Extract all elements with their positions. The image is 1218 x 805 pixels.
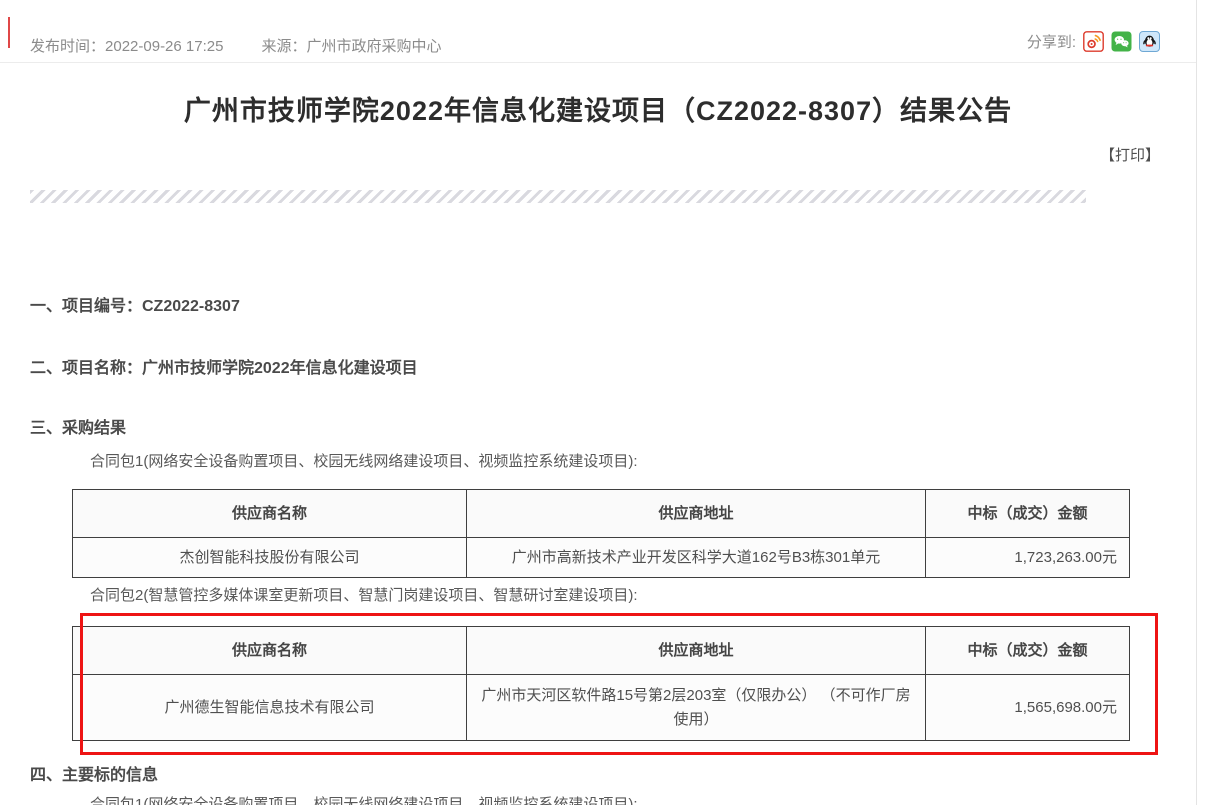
- supplier-address-cell: 广州市天河区软件路15号第2层203室（仅限办公） （不可作厂房使用）: [467, 675, 926, 741]
- contract-package-2-label: 合同包2(智慧管控多媒体课室更新项目、智慧门岗建设项目、智慧研讨室建设项目):: [90, 584, 638, 605]
- print-row: 【打印】: [0, 144, 1160, 165]
- share-bar: 分享到:: [1027, 31, 1160, 52]
- table-header-row: 供应商名称 供应商地址 中标（成交）金额: [73, 627, 1130, 675]
- award-amount-header: 中标（成交）金额: [926, 627, 1130, 675]
- meta-divider-line: [0, 62, 1196, 63]
- contract-package-1-label: 合同包1(网络安全设备购置项目、校园无线网络建设项目、视频监控系统建设项目):: [90, 450, 638, 471]
- announcement-page: 发布时间：2022-09-26 17:25 来源：广州市政府采购中心 分享到:: [0, 0, 1218, 805]
- clipped-next-line: 合同包1(网络安全设备购置项目、校园无线网络建设项目、视频监控系统建设项目):: [90, 793, 638, 805]
- supplier-name-cell: 杰创智能科技股份有限公司: [73, 538, 467, 578]
- page-title: 广州市技师学院2022年信息化建设项目（CZ2022-8307）结果公告: [0, 89, 1196, 128]
- table-header-row: 供应商名称 供应商地址 中标（成交）金额: [73, 490, 1130, 538]
- meta-bar: 发布时间：2022-09-26 17:25 来源：广州市政府采购中心: [30, 35, 441, 56]
- award-amount-cell: 1,565,698.00元: [926, 675, 1130, 741]
- left-red-marker: [8, 17, 10, 48]
- qq-icon[interactable]: [1139, 31, 1160, 52]
- share-label: 分享到:: [1027, 31, 1076, 52]
- section-project-name: 二、项目名称：广州市技师学院2022年信息化建设项目: [30, 354, 418, 378]
- striped-divider: [30, 190, 1086, 203]
- supplier-address-cell: 广州市高新技术产业开发区科学大道162号B3栋301单元: [467, 538, 926, 578]
- source-label: 来源：: [261, 38, 306, 55]
- supplier-address-header: 供应商地址: [467, 490, 926, 538]
- publish-time-value: 2022-09-26 17:25: [105, 38, 223, 55]
- table-row: 杰创智能科技股份有限公司 广州市高新技术产业开发区科学大道162号B3栋301单…: [73, 538, 1130, 578]
- print-button[interactable]: 【打印】: [1100, 147, 1160, 164]
- section-project-number: 一、项目编号：CZ2022-8307: [30, 292, 240, 316]
- section-main-subject-info: 四、主要标的信息: [30, 761, 158, 785]
- page-right-edge-divider: [1196, 0, 1197, 805]
- publish-time-label: 发布时间：: [30, 38, 105, 55]
- award-amount-cell: 1,723,263.00元: [926, 538, 1130, 578]
- wechat-icon[interactable]: [1111, 31, 1132, 52]
- supplier-name-header: 供应商名称: [73, 627, 467, 675]
- source-value: 广州市政府采购中心: [306, 38, 441, 55]
- supplier-name-header: 供应商名称: [73, 490, 467, 538]
- result-table-package1: 供应商名称 供应商地址 中标（成交）金额 杰创智能科技股份有限公司 广州市高新技…: [72, 489, 1130, 578]
- section-procurement-result: 三、采购结果: [30, 414, 126, 438]
- result-table-package2: 供应商名称 供应商地址 中标（成交）金额 广州德生智能信息技术有限公司 广州市天…: [72, 626, 1130, 741]
- supplier-address-header: 供应商地址: [467, 627, 926, 675]
- table-row: 广州德生智能信息技术有限公司 广州市天河区软件路15号第2层203室（仅限办公）…: [73, 675, 1130, 741]
- award-amount-header: 中标（成交）金额: [926, 490, 1130, 538]
- supplier-name-cell: 广州德生智能信息技术有限公司: [73, 675, 467, 741]
- weibo-icon[interactable]: [1083, 31, 1104, 52]
